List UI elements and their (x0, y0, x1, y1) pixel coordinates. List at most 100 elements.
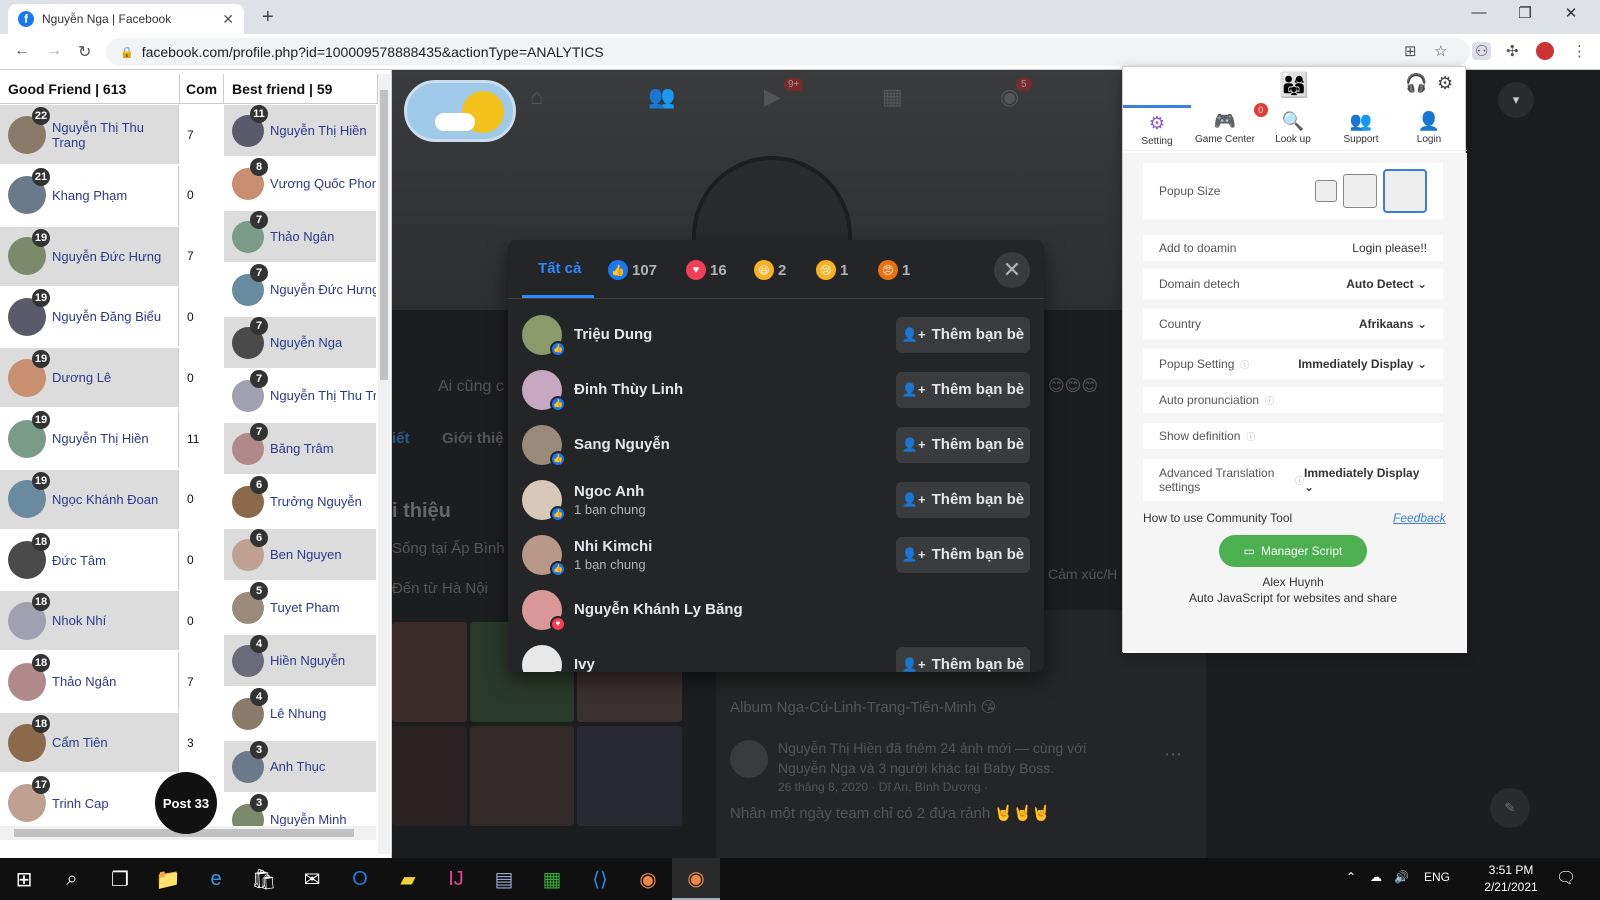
store-icon[interactable]: 🛍 (240, 858, 288, 900)
friend-name-link[interactable]: Thảo Ngân (270, 229, 334, 244)
best-friend-row[interactable]: 8 Vương Quốc Phong (224, 158, 376, 209)
friend-name-link[interactable]: Thảo Ngân (52, 674, 116, 689)
feedback-link[interactable]: Feedback (1393, 511, 1446, 525)
tab-look-up[interactable]: 🔍 Look up (1259, 105, 1327, 151)
best-friend-row[interactable]: 4 Lê Nhung (224, 688, 376, 739)
new-message-icon[interactable]: ✎ (1490, 788, 1530, 828)
friend-name-link[interactable]: Nguyễn Thị Thu Trang (52, 120, 178, 150)
sticky-notes-icon[interactable]: ▰ (384, 858, 432, 900)
friend-name-link[interactable]: Dương Lê (52, 370, 111, 385)
tab-support[interactable]: 👥 Support (1327, 105, 1395, 151)
feeling-button[interactable]: Cảm xúc/H (1048, 566, 1117, 582)
windows-start-icon[interactable]: ⊞ (0, 858, 48, 900)
fb-marketplace-icon[interactable]: ▦ (882, 84, 903, 110)
friend-name-link[interactable]: Băng Trâm (270, 441, 334, 456)
task-view-icon[interactable]: ❐ (96, 858, 144, 900)
friend-name-link[interactable]: Nguyễn Đức Hưng (52, 249, 161, 264)
edge-icon[interactable]: e (192, 858, 240, 900)
good-friend-row[interactable]: 21 Khang Phạm 0 (0, 165, 222, 226)
vertical-scrollbar[interactable] (378, 74, 390, 854)
domain-detect-select[interactable]: Auto Detect ⌄ (1346, 277, 1427, 291)
spreadsheet-icon[interactable]: ▦ (528, 858, 576, 900)
friend-name-link[interactable]: Nguyễn Nga (270, 335, 342, 350)
reactor-name-link[interactable]: Ngoc Anh (574, 483, 896, 500)
friend-name-link[interactable]: Nguyễn Đức Hưng (270, 282, 376, 297)
tab-game-center[interactable]: 🎮 0 Game Center (1191, 103, 1268, 151)
reactor-name-link[interactable]: Triệu Dung (574, 326, 896, 343)
tab-about[interactable]: iết (392, 430, 410, 447)
friend-name-link[interactable]: Trưởng Nguyễn (270, 494, 362, 509)
post-count-button[interactable]: Post 33 (155, 772, 217, 834)
popup-size-small-option[interactable] (1315, 180, 1337, 202)
add-friend-button[interactable]: 👤+ Thêm bạn bè (896, 646, 1030, 672)
best-friend-row[interactable]: 7 Thảo Ngân (224, 211, 376, 262)
add-friend-button[interactable]: 👤+ Thêm bạn bè (896, 316, 1030, 353)
back-icon[interactable]: ← (14, 42, 30, 60)
reactor-avatar[interactable]: 👍 (522, 424, 566, 467)
account-menu-icon[interactable]: ▾ (1498, 82, 1534, 118)
country-select[interactable]: Afrikaans ⌄ (1359, 317, 1427, 331)
vscode-icon[interactable]: ⟨⟩ (576, 858, 624, 900)
friend-name-link[interactable]: Trinh Cap (52, 796, 109, 811)
friend-name-link[interactable]: Nguyễn Thị Hiền (270, 123, 367, 138)
friend-name-link[interactable]: Ben Nguyen (270, 547, 342, 562)
post-author-avatar[interactable] (730, 740, 768, 778)
best-friend-row[interactable]: 6 Trưởng Nguyễn (224, 476, 376, 527)
address-bar[interactable]: 🔒 facebook.com/profile.php?id=1000095788… (106, 38, 1470, 66)
reactor-avatar[interactable]: 👍 (522, 314, 566, 357)
auto-pronunciation-row[interactable]: Auto pronunciation ⓘ (1143, 387, 1443, 413)
add-domain-value[interactable]: Login please!! (1352, 241, 1427, 255)
add-friend-button[interactable]: 👤+ Thêm bạn bè (896, 426, 1030, 463)
new-tab-icon[interactable]: + (262, 6, 274, 29)
best-friend-row[interactable]: 3 Anh Thục (224, 741, 376, 792)
maximize-icon[interactable]: ❐ (1502, 4, 1548, 22)
good-friend-row[interactable]: 19 Nguyễn Đức Hưng 7 (0, 226, 222, 287)
tab-setting[interactable]: ⚙ Setting (1123, 105, 1191, 151)
settings-gear-icon[interactable]: ⚙ (1437, 73, 1453, 94)
friend-name-link[interactable]: Nhok Nhí (52, 613, 106, 628)
add-friend-button[interactable]: 👤+ Thêm bạn bè (896, 371, 1030, 408)
reactor-name-link[interactable]: Nguyễn Khánh Ly Băng (574, 601, 1030, 618)
headset-icon[interactable]: 🎧 (1405, 73, 1427, 94)
reactor-avatar[interactable]: 👍 (522, 534, 566, 577)
popup-size-large-option[interactable] (1383, 169, 1427, 213)
show-definition-row[interactable]: Show definition ⓘ (1143, 423, 1443, 449)
good-friend-row[interactable]: 19 Ngọc Khánh Đoan 0 (0, 469, 222, 530)
best-friend-row[interactable]: 7Nguyễn Thị Thu Trang (224, 370, 376, 421)
tray-cloud-icon[interactable]: ☁ (1370, 870, 1382, 884)
best-friend-row[interactable]: 5 Tuyet Pham (224, 582, 376, 633)
minimize-icon[interactable]: — (1456, 4, 1502, 21)
best-friend-row[interactable]: 4 Hiền Nguyễn (224, 635, 376, 686)
notepad-icon[interactable]: ▤ (480, 858, 528, 900)
best-friend-row[interactable]: 7 Băng Trâm (224, 423, 376, 474)
system-clock[interactable]: 3:51 PM 2/21/2021 (1470, 862, 1552, 896)
chrome-icon[interactable]: ◉ (624, 858, 672, 900)
browser-menu-icon[interactable]: ⋮ (1572, 42, 1587, 60)
outlook-icon[interactable]: O (336, 858, 384, 900)
reactor-avatar[interactable]: 👍 (522, 369, 566, 412)
close-dialog-icon[interactable]: ✕ (994, 252, 1030, 288)
manager-script-button[interactable]: ▭ Manager Script (1219, 535, 1367, 567)
add-friend-button[interactable]: 👤+ Thêm bạn bè (896, 536, 1030, 573)
intellij-icon[interactable]: IJ (432, 858, 480, 900)
good-friend-row[interactable]: 19 Dương Lê 0 (0, 348, 222, 409)
add-friend-button[interactable]: 👤+ Thêm bạn bè (896, 481, 1030, 518)
friend-name-link[interactable]: Nguyễn Đăng Biểu (52, 309, 161, 324)
profile-avatar-icon[interactable] (1536, 42, 1554, 60)
photo-thumb[interactable] (392, 622, 467, 722)
reactor-avatar[interactable]: ♥ (522, 589, 566, 632)
photo-thumb[interactable] (392, 726, 467, 826)
composer-placeholder[interactable]: Ai cũng c (438, 378, 504, 396)
reactor-avatar[interactable]: 👍 (522, 644, 566, 672)
fb-friends-icon[interactable]: 👥 (648, 84, 675, 110)
friend-name-link[interactable]: Anh Thục (270, 759, 325, 774)
language-indicator[interactable]: ENG (1424, 870, 1450, 884)
tab-close-icon[interactable]: ✕ (222, 11, 234, 28)
reactor-name-link[interactable]: Nhi Kimchi (574, 538, 896, 555)
friend-name-link[interactable]: Tuyet Pham (270, 600, 340, 615)
friend-name-link[interactable]: Nguyễn Minh (270, 812, 347, 827)
photo-thumb[interactable] (470, 726, 574, 826)
reactor-name-link[interactable]: Sang Nguyễn (574, 436, 896, 453)
reactor-avatar[interactable]: 👍 (522, 479, 566, 522)
scrollbar-thumb[interactable] (380, 90, 388, 380)
